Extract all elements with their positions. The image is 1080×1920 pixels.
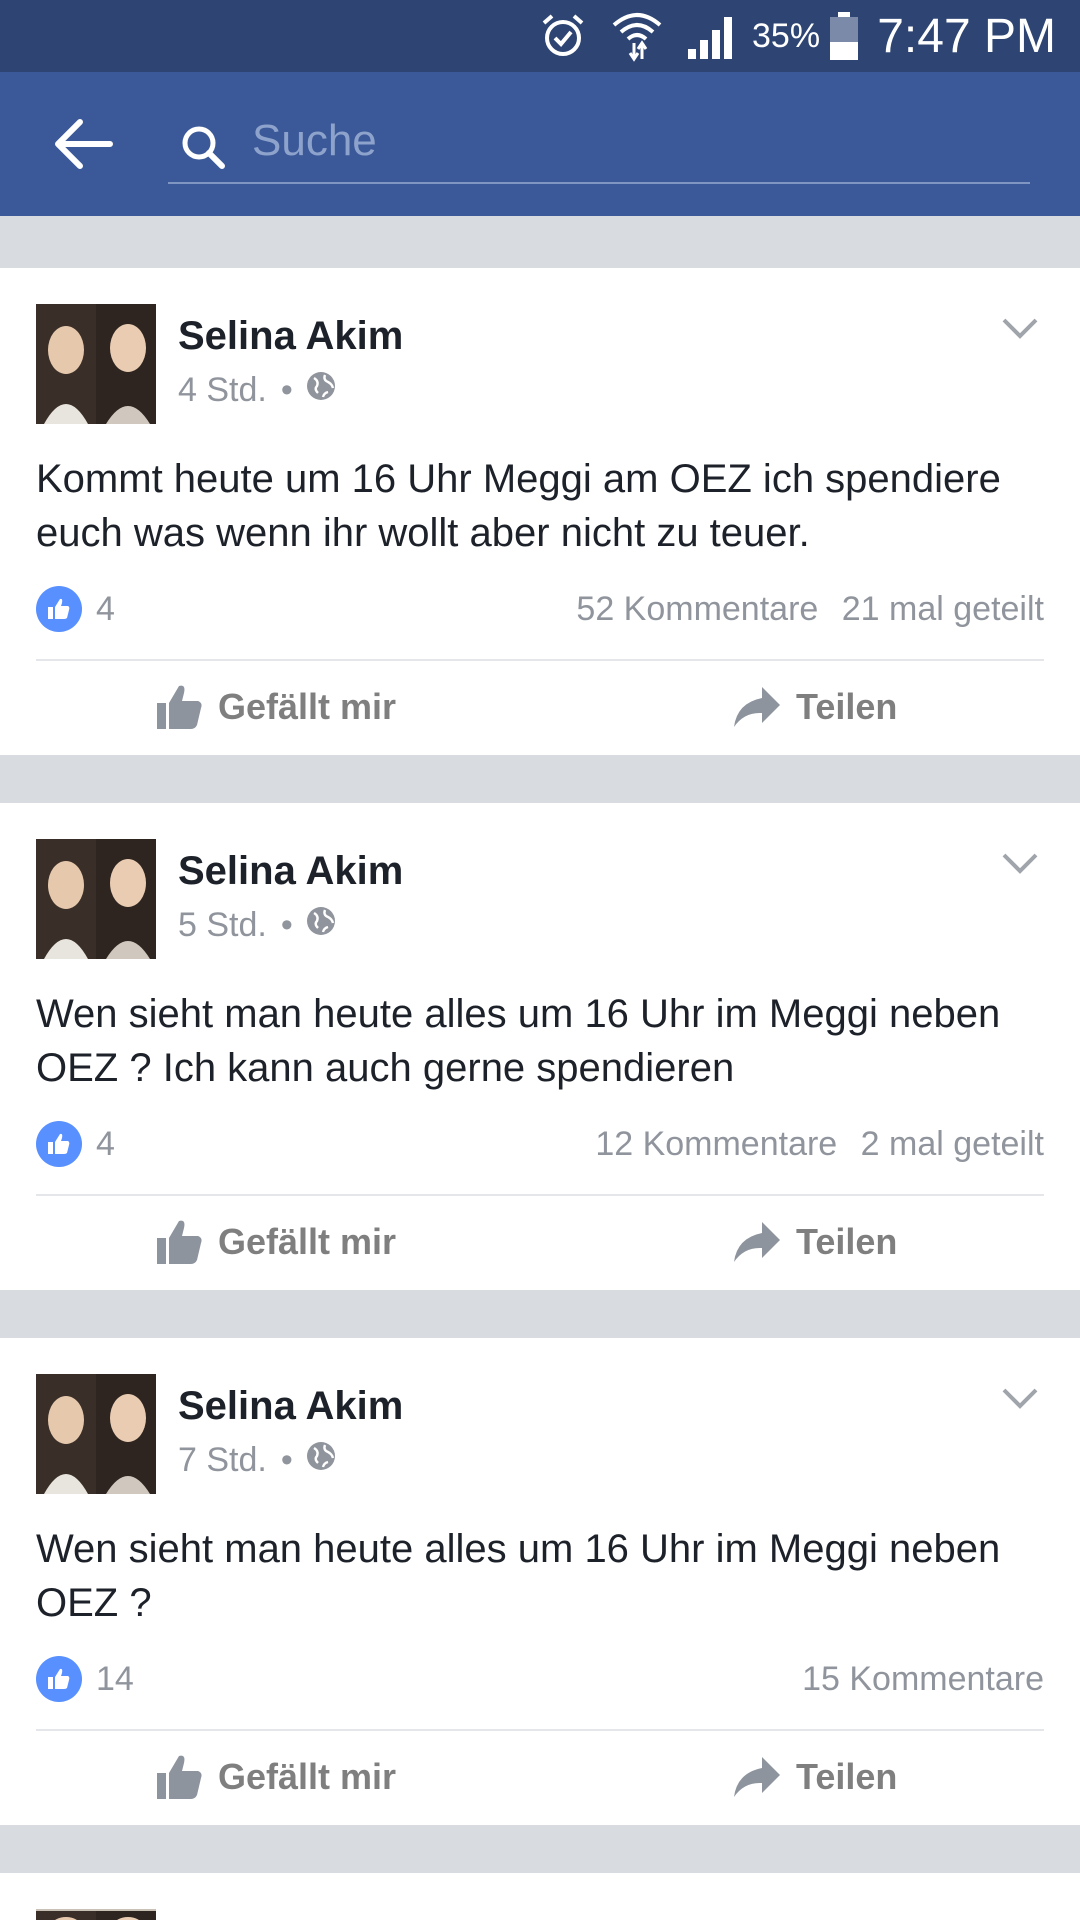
post-time[interactable]: 5 Std. xyxy=(178,906,267,945)
share-button[interactable]: Teilen xyxy=(732,1744,897,1810)
like-badge-icon xyxy=(36,1656,82,1702)
like-badge-icon xyxy=(36,586,82,632)
like-count[interactable]: 4 xyxy=(96,590,115,629)
share-button-label: Teilen xyxy=(796,686,898,727)
share-count[interactable]: 21 mal geteilt xyxy=(842,590,1044,628)
comment-count[interactable]: 12 Kommentare xyxy=(595,1125,837,1163)
like-count[interactable]: 14 xyxy=(96,1660,134,1699)
chevron-down-icon[interactable] xyxy=(1000,1384,1040,1414)
thumbs-up-icon xyxy=(157,1755,202,1799)
like-count[interactable]: 4 xyxy=(96,1125,115,1164)
like-button-label: Gefällt mir xyxy=(218,1221,397,1262)
post-author[interactable]: Selina Akim xyxy=(178,314,403,359)
globe-icon xyxy=(305,370,337,411)
share-count[interactable]: 2 mal geteilt xyxy=(861,1125,1044,1163)
post-text: Kommt heute um 16 Uhr Meggi am OEZ ich s… xyxy=(36,457,1001,555)
comment-count[interactable]: 52 Kommentare xyxy=(576,590,818,628)
post-time[interactable]: 7 Std. xyxy=(178,1441,267,1480)
app-bar: Suche xyxy=(0,72,1080,216)
like-button[interactable]: Gefällt mir xyxy=(156,674,396,740)
status-bar: 35% 7:47 PM xyxy=(0,0,1080,72)
avatar[interactable] xyxy=(36,839,156,959)
post-meta: 5 Std. • xyxy=(178,905,337,946)
divider xyxy=(36,1194,1044,1196)
like-button[interactable]: Gefällt mir xyxy=(156,1744,396,1810)
share-button[interactable]: Teilen xyxy=(732,1209,897,1275)
battery-percent: 35% xyxy=(752,16,821,55)
post-stats: 4 52 Kommentare 21 mal geteilt xyxy=(36,584,1044,634)
separator-dot: • xyxy=(280,906,293,944)
share-button[interactable]: Teilen xyxy=(732,674,897,740)
like-badge-icon xyxy=(36,1121,82,1167)
separator-dot: • xyxy=(280,1441,293,1479)
post-time[interactable]: 4 Std. xyxy=(178,371,267,410)
share-button-label: Teilen xyxy=(796,1221,898,1262)
post-text: Wen sieht man heute alles um 16 Uhr im M… xyxy=(36,992,1001,1090)
chevron-down-icon[interactable] xyxy=(1000,849,1040,879)
globe-icon xyxy=(305,1440,337,1481)
post-stats: 4 12 Kommentare 2 mal geteilt xyxy=(36,1119,1044,1169)
feed-post: Selina Akim 7 Std. • Wen sieht man heute… xyxy=(0,1338,1080,1825)
post-meta: 7 Std. • xyxy=(178,1440,337,1481)
post-author[interactable]: Selina Akim xyxy=(178,1384,403,1429)
post-author[interactable]: Selina Akim xyxy=(178,849,403,894)
globe-icon xyxy=(305,905,337,946)
share-arrow-icon xyxy=(734,687,780,727)
comment-count[interactable]: 15 Kommentare xyxy=(802,1660,1044,1698)
share-arrow-icon xyxy=(734,1757,780,1797)
post-meta: 4 Std. • xyxy=(178,370,337,411)
search-input[interactable]: Suche xyxy=(168,102,1030,184)
thumbs-up-icon xyxy=(157,1220,202,1264)
chevron-down-icon[interactable] xyxy=(1000,314,1040,344)
search-icon xyxy=(180,124,226,175)
like-button[interactable]: Gefällt mir xyxy=(156,1209,396,1275)
avatar[interactable] xyxy=(36,304,156,424)
like-button-label: Gefällt mir xyxy=(218,686,397,727)
back-arrow-icon[interactable] xyxy=(50,112,120,176)
search-placeholder: Suche xyxy=(252,116,377,165)
thumbs-up-icon xyxy=(157,685,202,729)
like-button-label: Gefällt mir xyxy=(218,1756,397,1797)
share-button-label: Teilen xyxy=(796,1756,898,1797)
wifi-icon xyxy=(610,0,664,72)
divider xyxy=(36,1729,1044,1731)
post-stats: 14 15 Kommentare xyxy=(36,1654,1044,1704)
post-text: Wen sieht man heute alles um 16 Uhr im M… xyxy=(36,1527,1001,1625)
divider xyxy=(36,659,1044,661)
feed-post-partial xyxy=(0,1873,1080,1920)
feed-post: Selina Akim 5 Std. • Wen sieht man heute… xyxy=(0,803,1080,1290)
separator-dot: • xyxy=(280,371,293,409)
avatar[interactable] xyxy=(36,1909,156,1920)
signal-icon xyxy=(686,0,736,72)
clock: 7:47 PM xyxy=(877,9,1056,63)
alarm-icon xyxy=(540,0,586,72)
feed-post: Selina Akim 4 Std. • Kommt heute um 16 U… xyxy=(0,268,1080,755)
avatar[interactable] xyxy=(36,1374,156,1494)
share-arrow-icon xyxy=(734,1222,780,1262)
battery-icon xyxy=(828,0,860,72)
